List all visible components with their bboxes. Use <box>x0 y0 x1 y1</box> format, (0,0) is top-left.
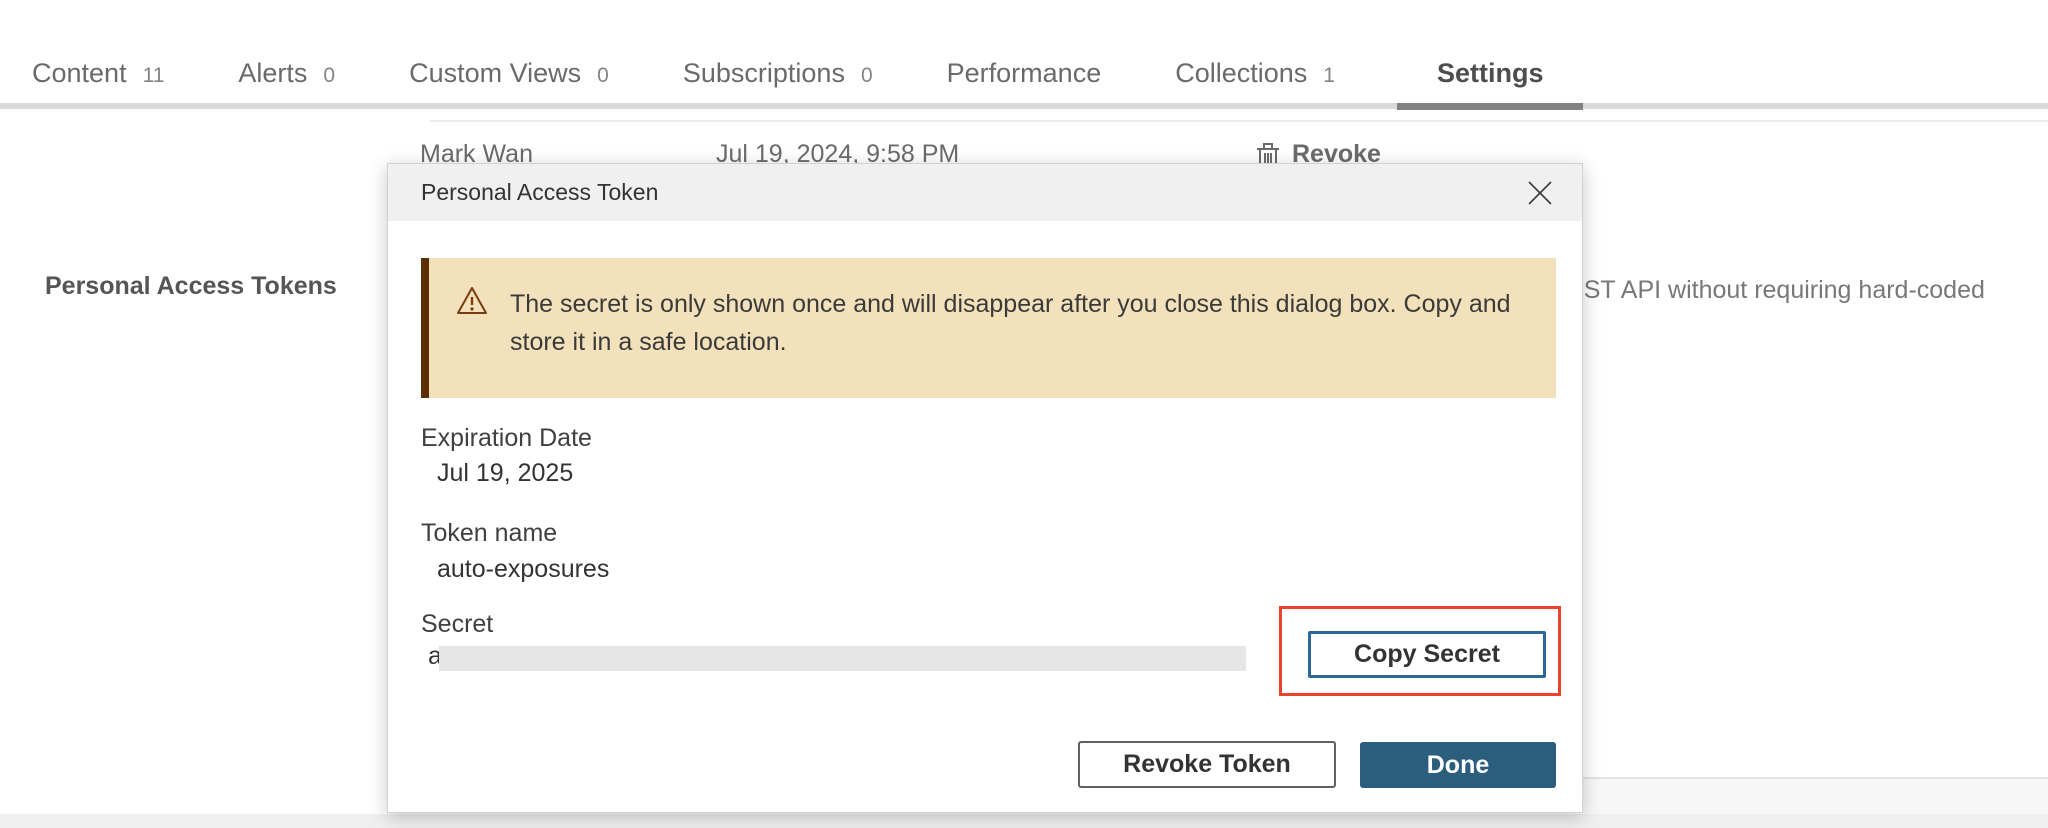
token-table-row: Mark Wan Jul 19, 2024, 9:58 PM Revoke <box>0 140 2048 164</box>
tab-settings[interactable]: Settings <box>1437 58 1544 89</box>
token-name-label: Token name <box>421 519 557 548</box>
tab-count: 0 <box>323 64 335 88</box>
tab-label: Custom Views <box>409 58 581 89</box>
tab-content[interactable]: Content 11 <box>32 58 164 89</box>
dialog-header: Personal Access Token <box>388 164 1582 221</box>
tab-bar: Content 11 Alerts 0 Custom Views 0 Subsc… <box>0 0 2048 110</box>
done-label: Done <box>1427 751 1490 780</box>
tab-performance[interactable]: Performance <box>947 58 1102 89</box>
tab-label: Settings <box>1437 58 1544 89</box>
tabs: Content 11 Alerts 0 Custom Views 0 Subsc… <box>32 58 1543 89</box>
dialog-title: Personal Access Token <box>421 179 658 206</box>
revoke-row-action[interactable]: Revoke <box>1292 140 1381 164</box>
page-footer-strip <box>0 814 2048 828</box>
section-label-personal-access-tokens: Personal Access Tokens <box>45 272 337 301</box>
copy-secret-button[interactable]: Copy Secret <box>1308 631 1546 678</box>
tab-custom-views[interactable]: Custom Views 0 <box>409 58 609 89</box>
secret-warning-banner: The secret is only shown once and will d… <box>421 258 1556 398</box>
tab-count: 0 <box>597 64 609 88</box>
tab-count: 1 <box>1323 64 1335 88</box>
token-owner: Mark Wan <box>420 140 533 164</box>
tab-label: Content <box>32 58 127 89</box>
warning-text: The secret is only shown once and will d… <box>510 285 1532 361</box>
tab-label: Performance <box>947 58 1102 89</box>
copy-secret-label: Copy Secret <box>1354 640 1500 669</box>
close-button[interactable] <box>1524 177 1556 209</box>
tab-collections[interactable]: Collections 1 <box>1175 58 1335 89</box>
tabbar-divider <box>0 103 2048 109</box>
close-icon <box>1526 179 1554 207</box>
tab-label: Collections <box>1175 58 1307 89</box>
trash-icon[interactable] <box>1256 142 1280 164</box>
tab-alerts[interactable]: Alerts 0 <box>238 58 335 89</box>
personal-access-token-dialog: Personal Access Token The secret is only… <box>387 163 1583 813</box>
token-name-value: auto-exposures <box>437 555 609 584</box>
background-description-fragment: REST API without requiring hard-coded <box>1549 276 1985 305</box>
done-button[interactable]: Done <box>1360 742 1556 788</box>
warning-icon <box>455 285 489 322</box>
token-timestamp: Jul 19, 2024, 9:58 PM <box>716 140 959 164</box>
tab-subscriptions[interactable]: Subscriptions 0 <box>683 58 873 89</box>
expiration-date-label: Expiration Date <box>421 424 592 453</box>
revoke-token-button[interactable]: Revoke Token <box>1078 741 1336 788</box>
secret-redacted-bar <box>439 646 1246 671</box>
tab-label: Subscriptions <box>683 58 845 89</box>
tab-count: 11 <box>143 64 165 88</box>
revoke-token-label: Revoke Token <box>1123 750 1291 779</box>
secret-label: Secret <box>421 610 493 639</box>
tab-count: 0 <box>861 64 873 88</box>
expiration-date-value: Jul 19, 2025 <box>437 459 573 488</box>
tab-label: Alerts <box>238 58 307 89</box>
